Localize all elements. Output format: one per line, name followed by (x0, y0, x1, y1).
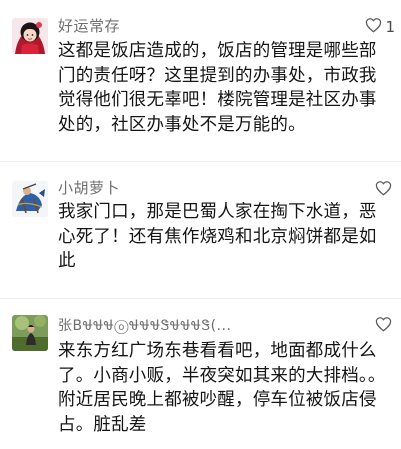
comment-text: 我家门口，那是巴蜀人家在掏下水道，恶心死了！还有焦作烧鸡和北京焖饼都是如此 (58, 202, 377, 271)
heart-outline-icon (375, 316, 392, 336)
like-button[interactable] (375, 180, 395, 200)
comment-divider (0, 298, 401, 299)
heart-outline-icon (365, 17, 382, 37)
comment-username[interactable]: 好运常存 (58, 15, 120, 36)
comment-item: 好运常存 1 这都是饭店造成的，饭店的管理是哪些部门的责任呀？这里提到的办事处，… (0, 0, 401, 150)
like-button[interactable] (375, 316, 395, 336)
heart-outline-icon (375, 180, 392, 200)
comment-text: 来东方红广场东巷看看吧，地面都成什么了。小商小贩，半夜突如其来的大排档。。附近居… (58, 341, 386, 435)
comment-divider (0, 161, 401, 162)
avatar[interactable] (12, 315, 48, 351)
like-button[interactable]: 1 (365, 17, 395, 37)
comment-username[interactable]: 张BᏠᏠᏠⓞᏠᏠᏠᏕᏠᏠᏠᏕ(... (58, 315, 231, 335)
comment-item: 小胡萝卜 我家门口，那是巴蜀人家在掏下水道，恶心死了！还有焦作烧鸡和北京焖饼都是… (0, 166, 401, 296)
comment-text: 这都是饭店造成的，饭店的管理是哪些部门的责任呀？这里提到的办事处，市政我觉得他们… (58, 41, 377, 135)
comment-username[interactable]: 小胡萝卜 (58, 177, 120, 198)
like-count: 1 (385, 18, 395, 36)
comment-item: 张BᏠᏠᏠⓞᏠᏠᏠᏕᏠᏠᏠᏕ(... 来东方红广场东巷看看吧，地面都成什么了。小… (0, 302, 401, 449)
avatar[interactable] (12, 18, 48, 54)
avatar[interactable] (12, 181, 48, 217)
